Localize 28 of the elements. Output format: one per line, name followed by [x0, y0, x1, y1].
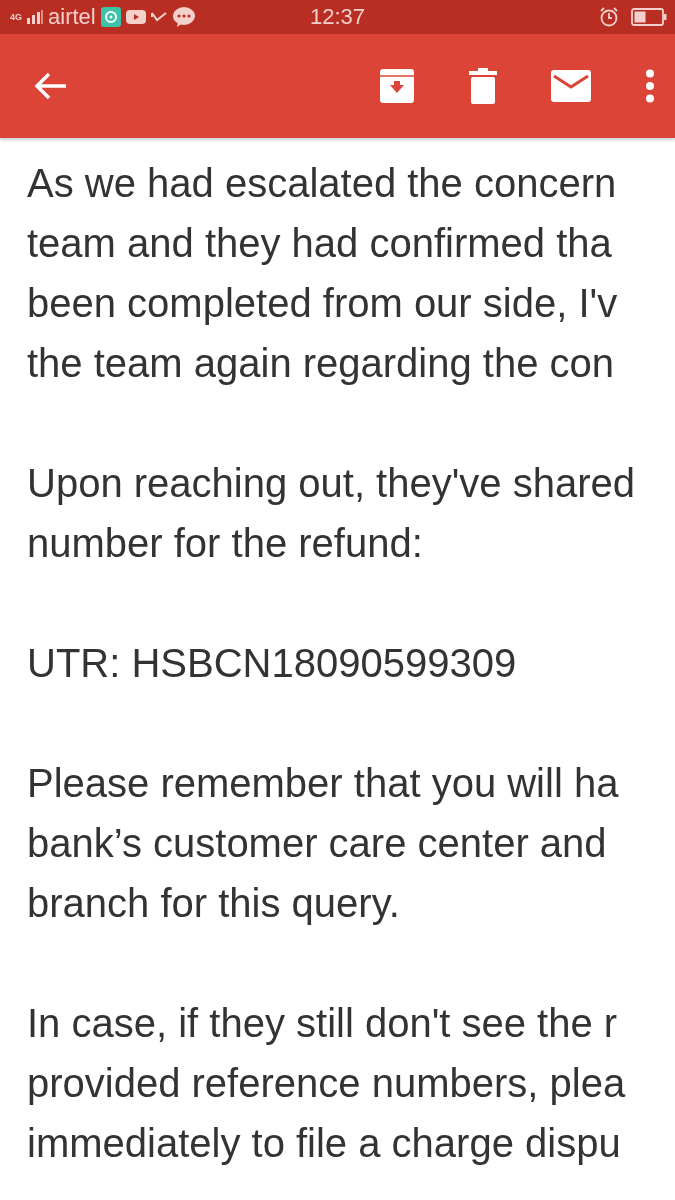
message-text: Upon reaching out, they've shared [27, 460, 636, 507]
check-icon [150, 11, 167, 23]
carrier-name: airtel [48, 4, 96, 30]
message-text: team and they had confirmed tha [27, 220, 612, 267]
play-icon [125, 10, 146, 24]
message-text: immediately to file a charge dispu [27, 1120, 621, 1167]
alarm-icon [599, 7, 619, 27]
delete-button[interactable] [469, 68, 497, 104]
message-text: As we had escalated the concern [27, 160, 617, 207]
message-text: been completed from our side, I'v [27, 280, 618, 327]
message-text: bank’s customer care center and [27, 820, 607, 867]
message-text: Please remember that you will ha [27, 760, 619, 807]
message-text: UTR: HSBCN18090599309 [27, 640, 517, 687]
signal-icon [27, 10, 43, 24]
archive-button[interactable] [379, 68, 415, 104]
message-text: number for the refund: [27, 520, 423, 567]
message-text: In case, if they still don't see the r [27, 1000, 618, 1047]
chat-icon [171, 6, 196, 28]
mail-button[interactable] [551, 70, 591, 102]
battery-icon [631, 8, 667, 26]
message-text: provided reference numbers, plea [27, 1060, 626, 1107]
message-text: the team again regarding the con [27, 340, 615, 387]
clock-time: 12:37 [309, 4, 366, 30]
more-button[interactable] [645, 69, 655, 103]
message-text: branch for this query. [27, 880, 400, 927]
app-icon [100, 7, 121, 27]
network-type: 4G [10, 12, 22, 22]
back-button[interactable] [34, 71, 68, 101]
